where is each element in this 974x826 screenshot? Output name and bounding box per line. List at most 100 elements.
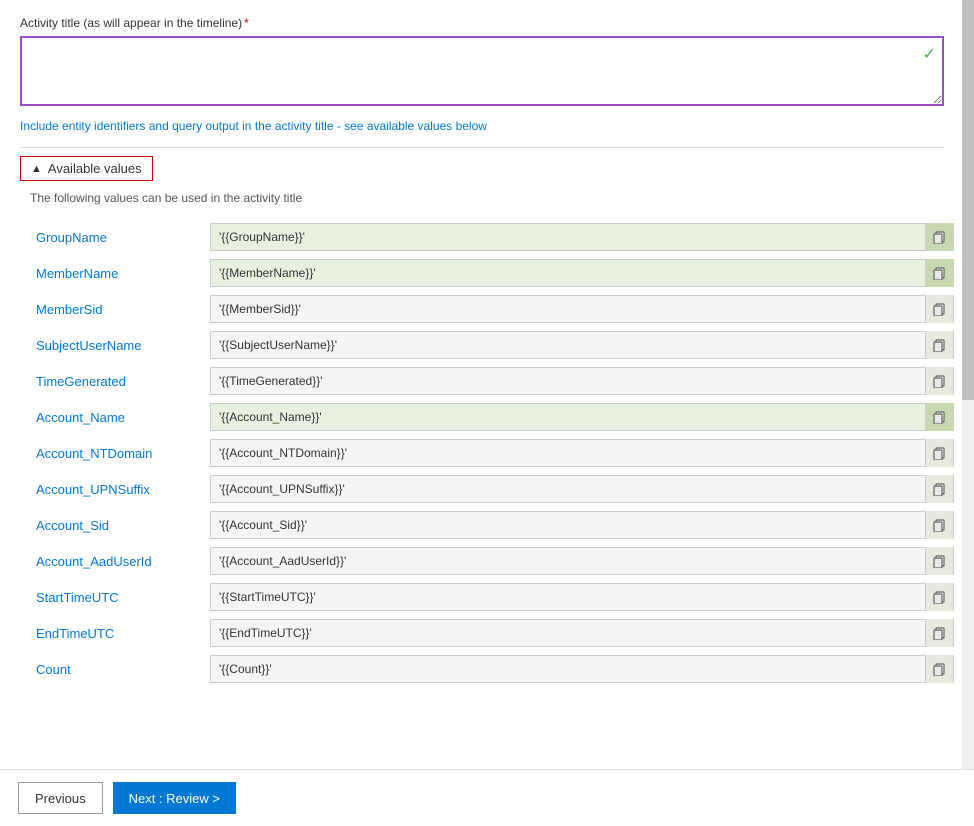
copy-button[interactable] <box>925 439 953 467</box>
copy-button[interactable] <box>925 619 953 647</box>
value-name-account_upnsuffix[interactable]: Account_UPNSuffix <box>30 471 210 507</box>
value-cell-account_sid: '{{Account_Sid}}' <box>210 507 954 543</box>
copy-icon <box>933 410 947 424</box>
copy-button[interactable] <box>925 259 953 287</box>
value-name-subjectusername[interactable]: SubjectUserName <box>30 327 210 363</box>
valid-icon: ✓ <box>923 44 936 64</box>
value-name-account_sid[interactable]: Account_Sid <box>30 507 210 543</box>
copy-icon <box>933 266 947 280</box>
table-row: GroupName'{{GroupName}}' <box>30 219 954 255</box>
value-field-wrapper: '{{Count}}' <box>210 655 954 683</box>
hint-text: Include entity identifiers and query out… <box>20 119 944 133</box>
value-cell-endtimeutc: '{{EndTimeUTC}}' <box>210 615 954 651</box>
scrollbar-thumb[interactable] <box>962 0 974 400</box>
value-cell-account_upnsuffix: '{{Account_UPNSuffix}}' <box>210 471 954 507</box>
value-name-endtimeutc[interactable]: EndTimeUTC <box>30 615 210 651</box>
value-field-wrapper: '{{GroupName}}' <box>210 223 954 251</box>
value-cell-starttimeutc: '{{StartTimeUTC}}' <box>210 579 954 615</box>
table-row: EndTimeUTC'{{EndTimeUTC}}' <box>30 615 954 651</box>
value-field-text: '{{Account_UPNSuffix}}' <box>211 482 925 496</box>
scrollbar[interactable] <box>962 0 974 826</box>
table-row: TimeGenerated'{{TimeGenerated}}' <box>30 363 954 399</box>
value-field-wrapper: '{{Account_Sid}}' <box>210 511 954 539</box>
copy-icon <box>933 338 947 352</box>
required-marker: * <box>244 16 249 30</box>
copy-button[interactable] <box>925 547 953 575</box>
copy-icon <box>933 446 947 460</box>
value-name-account_ntdomain[interactable]: Account_NTDomain <box>30 435 210 471</box>
copy-button[interactable] <box>925 403 953 431</box>
available-values-toggle[interactable]: ▲ Available values <box>20 156 153 181</box>
value-cell-account_ntdomain: '{{Account_NTDomain}}' <box>210 435 954 471</box>
value-field-text: '{{Account_NTDomain}}' <box>211 446 925 460</box>
value-cell-timegenerated: '{{TimeGenerated}}' <box>210 363 954 399</box>
value-field-wrapper: '{{MemberName}}' <box>210 259 954 287</box>
chevron-up-icon: ▲ <box>31 163 42 175</box>
copy-icon <box>933 626 947 640</box>
copy-button[interactable] <box>925 475 953 503</box>
copy-icon <box>933 662 947 676</box>
value-field-text: '{{StartTimeUTC}}' <box>211 590 925 604</box>
value-field-wrapper: '{{MemberSid}}' <box>210 295 954 323</box>
value-field-text: '{{SubjectUserName}}' <box>211 338 925 352</box>
field-label-text: Activity title (as will appear in the ti… <box>20 16 242 30</box>
table-row: Account_Name'{{Account_Name}}' <box>30 399 954 435</box>
value-field-text: '{{Account_Sid}}' <box>211 518 925 532</box>
value-field-wrapper: '{{TimeGenerated}}' <box>210 367 954 395</box>
table-row: Count'{{Count}}' <box>30 651 954 687</box>
copy-icon <box>933 518 947 532</box>
previous-button[interactable]: Previous <box>18 782 103 814</box>
value-field-wrapper: '{{Account_AadUserId}}' <box>210 547 954 575</box>
value-name-membername[interactable]: MemberName <box>30 255 210 291</box>
divider-top <box>20 147 944 148</box>
copy-button[interactable] <box>925 295 953 323</box>
value-name-account_name[interactable]: Account_Name <box>30 399 210 435</box>
value-cell-account_name: '{{Account_Name}}' <box>210 399 954 435</box>
table-row: Account_AadUserId'{{Account_AadUserId}}' <box>30 543 954 579</box>
copy-icon <box>933 482 947 496</box>
value-name-count[interactable]: Count <box>30 651 210 687</box>
value-field-text: '{{MemberName}}' <box>211 266 925 280</box>
textarea-wrapper: ✓ <box>20 36 944 109</box>
value-name-groupname[interactable]: GroupName <box>30 219 210 255</box>
activity-title-input[interactable] <box>20 36 944 106</box>
copy-button[interactable] <box>925 511 953 539</box>
value-cell-count: '{{Count}}' <box>210 651 954 687</box>
next-review-button[interactable]: Next : Review > <box>113 782 236 814</box>
table-row: MemberSid'{{MemberSid}}' <box>30 291 954 327</box>
copy-button[interactable] <box>925 331 953 359</box>
value-name-membersid[interactable]: MemberSid <box>30 291 210 327</box>
value-cell-subjectusername: '{{SubjectUserName}}' <box>210 327 954 363</box>
value-field-wrapper: '{{SubjectUserName}}' <box>210 331 954 359</box>
value-field-text: '{{Count}}' <box>211 662 925 676</box>
table-row: Account_Sid'{{Account_Sid}}' <box>30 507 954 543</box>
copy-button[interactable] <box>925 367 953 395</box>
value-field-text: '{{Account_AadUserId}}' <box>211 554 925 568</box>
copy-icon <box>933 230 947 244</box>
footer-nav: Previous Next : Review > <box>0 769 974 826</box>
field-label: Activity title (as will appear in the ti… <box>20 16 944 30</box>
copy-button[interactable] <box>925 583 953 611</box>
value-name-account_aaduserid[interactable]: Account_AadUserId <box>30 543 210 579</box>
copy-icon <box>933 374 947 388</box>
value-field-text: '{{MemberSid}}' <box>211 302 925 316</box>
copy-icon <box>933 554 947 568</box>
value-name-timegenerated[interactable]: TimeGenerated <box>30 363 210 399</box>
values-description: The following values can be used in the … <box>30 191 944 205</box>
copy-button[interactable] <box>925 655 953 683</box>
value-field-wrapper: '{{Account_NTDomain}}' <box>210 439 954 467</box>
table-row: Account_UPNSuffix'{{Account_UPNSuffix}}' <box>30 471 954 507</box>
value-name-starttimeutc[interactable]: StartTimeUTC <box>30 579 210 615</box>
value-field-text: '{{EndTimeUTC}}' <box>211 626 925 640</box>
copy-button[interactable] <box>925 223 953 251</box>
table-row: StartTimeUTC'{{StartTimeUTC}}' <box>30 579 954 615</box>
value-field-wrapper: '{{Account_UPNSuffix}}' <box>210 475 954 503</box>
value-cell-membersid: '{{MemberSid}}' <box>210 291 954 327</box>
value-field-text: '{{GroupName}}' <box>211 230 925 244</box>
value-field-wrapper: '{{Account_Name}}' <box>210 403 954 431</box>
value-field-text: '{{TimeGenerated}}' <box>211 374 925 388</box>
values-table: GroupName'{{GroupName}}' MemberName'{{Me… <box>30 219 954 687</box>
value-cell-groupname: '{{GroupName}}' <box>210 219 954 255</box>
table-row: SubjectUserName'{{SubjectUserName}}' <box>30 327 954 363</box>
toggle-label: Available values <box>48 161 142 176</box>
